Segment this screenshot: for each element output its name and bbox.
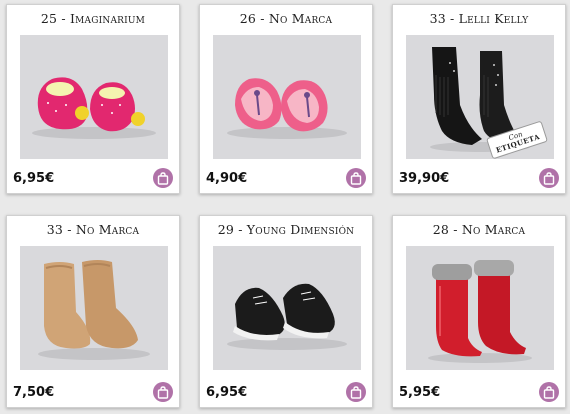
product-image[interactable]: [20, 35, 168, 159]
product-image[interactable]: [406, 246, 554, 370]
product-price: 39,90€: [399, 171, 450, 186]
product-grid: 25 - Imaginarium 6,95€ 26 - No Marca 4,9…: [0, 0, 570, 414]
pink-giraffe-slippers-image: [227, 78, 347, 139]
product-card[interactable]: 25 - Imaginarium 6,95€: [6, 4, 180, 194]
shopping-bag-icon: [157, 171, 169, 185]
product-price: 7,50€: [13, 385, 55, 400]
add-to-cart-button[interactable]: [153, 168, 173, 188]
product-card[interactable]: 28 - No Marca 5,95€: [392, 215, 566, 408]
product-card[interactable]: 33 - Lelli Kelly Con ETIQUETA 39,90€: [392, 4, 566, 194]
product-price: 5,95€: [399, 385, 441, 400]
product-price: 4,90€: [206, 171, 248, 186]
product-image[interactable]: [213, 246, 361, 370]
product-price: 6,95€: [13, 171, 55, 186]
product-title[interactable]: 29 - Young Dimensión: [200, 222, 372, 237]
add-to-cart-button[interactable]: [539, 168, 559, 188]
product-image[interactable]: [20, 246, 168, 370]
shopping-bag-icon: [543, 385, 555, 399]
product-title[interactable]: 33 - Lelli Kelly: [393, 11, 565, 26]
product-image[interactable]: [213, 35, 361, 159]
tan-boots-image: [38, 260, 150, 360]
product-card[interactable]: 29 - Young Dimensión 6,95€: [199, 215, 373, 408]
product-card[interactable]: 26 - No Marca 4,90€: [199, 4, 373, 194]
product-price: 6,95€: [206, 385, 248, 400]
product-title[interactable]: 25 - Imaginarium: [7, 11, 179, 26]
add-to-cart-button[interactable]: [539, 382, 559, 402]
add-to-cart-button[interactable]: [346, 382, 366, 402]
shopping-bag-icon: [350, 171, 362, 185]
product-title[interactable]: 28 - No Marca: [393, 222, 565, 237]
pink-slippers-image: [32, 77, 156, 139]
red-rain-boots-image: [428, 260, 532, 363]
add-to-cart-button[interactable]: [153, 382, 173, 402]
product-title[interactable]: 26 - No Marca: [200, 11, 372, 26]
shopping-bag-icon: [543, 171, 555, 185]
product-title[interactable]: 33 - No Marca: [7, 222, 179, 237]
product-card[interactable]: 33 - No Marca 7,50€: [6, 215, 180, 408]
shopping-bag-icon: [350, 385, 362, 399]
add-to-cart-button[interactable]: [346, 168, 366, 188]
shopping-bag-icon: [157, 385, 169, 399]
black-sneakers-image: [227, 283, 347, 350]
product-image[interactable]: Con ETIQUETA: [406, 35, 554, 159]
